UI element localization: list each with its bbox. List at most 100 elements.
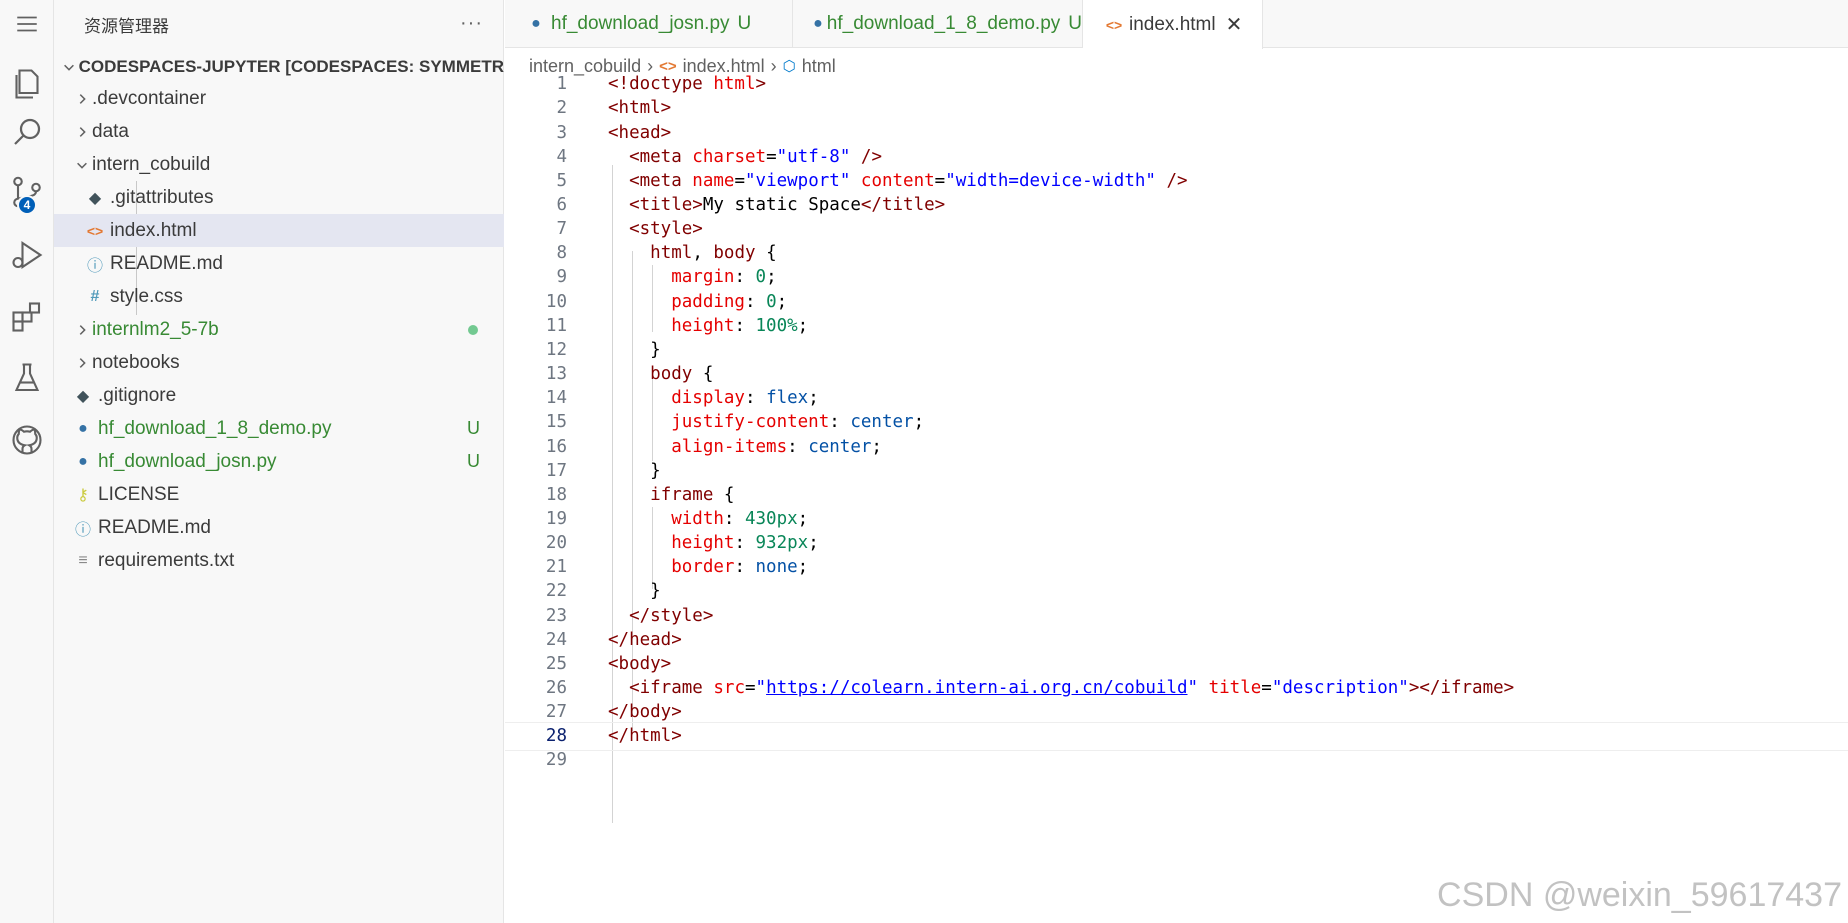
code-text: height: 100%; <box>608 316 808 336</box>
tab-hf-download-demo[interactable]: ● hf_download_1_8_demo.py U <box>793 0 1083 48</box>
code-token: <title> <box>629 195 703 215</box>
code-token: </head> <box>608 629 682 650</box>
tree-item-hf-download-demo[interactable]: ● hf_download_1_8_demo.py U <box>54 412 504 445</box>
tree-item-style-css[interactable]: # style.css <box>54 280 504 313</box>
github-icon[interactable] <box>0 410 54 470</box>
tree-item-gitignore[interactable]: ◆ .gitignore <box>54 379 504 412</box>
code-token: <!doctype <box>608 74 714 95</box>
code-text: width: 430px; <box>608 509 808 529</box>
code-text: padding: 0; <box>608 292 787 312</box>
line-number: 16 <box>545 436 567 457</box>
activity-bar: 4 <box>0 0 54 923</box>
code-token: { <box>692 364 714 385</box>
line-number: 28 <box>545 726 567 747</box>
code-token: ></iframe> <box>1408 678 1515 698</box>
code-token: flex <box>766 388 809 409</box>
chevron-down-icon <box>72 158 92 172</box>
code-token: ; <box>797 557 809 578</box>
code-text: margin: 0; <box>608 267 776 287</box>
code-token: ; <box>797 508 809 529</box>
code-text: <title>My static Space</title> <box>608 195 945 215</box>
source-control-icon[interactable]: 4 <box>0 162 54 222</box>
extensions-icon[interactable] <box>0 287 54 347</box>
tab-label: hf_download_josn.py <box>551 13 730 34</box>
python-icon: ● <box>78 452 88 470</box>
testing-icon[interactable] <box>0 348 54 408</box>
tree-item-readme-root[interactable]: ⓘ README.md <box>54 511 504 544</box>
tree-item-label: intern_cobuild <box>92 153 211 175</box>
code-token: html <box>650 243 693 264</box>
line-number: 20 <box>545 533 567 554</box>
code-text: <iframe src="https://colearn.intern-ai.o… <box>608 678 1514 698</box>
tree-item-gitattributes[interactable]: ◆ .gitattributes <box>54 181 504 214</box>
code-token: <iframe <box>629 678 714 698</box>
tab-label: index.html <box>1129 13 1216 35</box>
tree-item-license[interactable]: ⚷ LICENSE <box>54 478 504 511</box>
line-number: 27 <box>545 702 567 723</box>
code-token: iframe <box>650 484 714 505</box>
info-icon: ⓘ <box>74 521 91 539</box>
code-line[interactable]: 29 <box>505 746 1848 775</box>
code-token: </html> <box>608 726 682 747</box>
line-number: 4 <box>556 146 567 167</box>
workspace-root[interactable]: CODESPACES-JUPYTER [CODESPACES: SYMMETRI… <box>54 50 504 83</box>
code-text: } <box>608 340 661 360</box>
code-token: ; <box>797 315 809 336</box>
code-token: body <box>713 243 756 264</box>
tab-index-html[interactable]: <> index.html ✕ <box>1083 0 1263 49</box>
tree-item-internlm[interactable]: internlm2_5-7b <box>54 313 504 346</box>
tree-item-notebooks[interactable]: notebooks <box>54 346 504 379</box>
tree-item-readme[interactable]: ⓘ README.md <box>54 247 504 280</box>
tree-item-intern-cobuild[interactable]: intern_cobuild <box>54 148 504 181</box>
python-icon: ● <box>78 419 88 437</box>
line-number: 22 <box>545 581 567 602</box>
tree-item-label: .gitignore <box>98 384 177 406</box>
code-token: " <box>755 678 767 698</box>
menu-icon[interactable] <box>0 0 54 48</box>
tree-item-label: data <box>92 120 129 142</box>
code-token: 100% <box>755 315 798 336</box>
search-icon[interactable] <box>0 102 54 162</box>
line-number: 8 <box>556 243 567 264</box>
code-token: = <box>766 146 777 167</box>
run-debug-icon[interactable] <box>0 225 54 285</box>
more-actions-icon[interactable]: ··· <box>460 12 483 35</box>
line-number: 9 <box>556 267 567 288</box>
code-token: name <box>692 170 735 191</box>
code-text: <head> <box>608 123 671 143</box>
code-text: </head> <box>608 630 682 650</box>
code-token: = <box>744 678 756 698</box>
python-icon: ● <box>531 15 541 32</box>
indent-guide <box>612 778 613 806</box>
close-icon[interactable]: ✕ <box>1226 12 1243 37</box>
sidebar-title: 资源管理器 <box>84 16 169 36</box>
code-token: justify-content <box>671 412 830 433</box>
watermark: CSDN @weixin_59617437 <box>1437 876 1842 914</box>
tab-hf-download-josn[interactable]: ● hf_download_josn.py U <box>505 0 793 48</box>
code-token: } <box>608 339 661 360</box>
tab-status: U <box>1068 13 1082 34</box>
code-text: <meta charset="utf-8" /> <box>608 147 882 167</box>
code-token: center <box>850 412 914 433</box>
chevron-right-icon <box>72 125 92 139</box>
line-number: 1 <box>556 74 567 95</box>
tree-item-requirements[interactable]: ≡ requirements.txt <box>54 544 504 577</box>
tree-item-index-html[interactable]: <> index.html <box>54 214 504 247</box>
code-editor[interactable]: 1 <!doctype html> 2 <html> 3 <head> 4 <meta ch… <box>505 74 1848 923</box>
tree-item-label: hf_download_1_8_demo.py <box>98 417 332 439</box>
code-token: "viewport" <box>745 170 851 191</box>
code-token: " <box>1187 678 1199 698</box>
tree-item-data[interactable]: data <box>54 115 504 148</box>
tree-item-devcontainer[interactable]: .devcontainer <box>54 82 504 115</box>
tree-item-hf-download-josn[interactable]: ● hf_download_josn.py U <box>54 445 504 478</box>
code-link[interactable]: https://colearn.intern-ai.org.cn/cobuild <box>766 678 1187 698</box>
